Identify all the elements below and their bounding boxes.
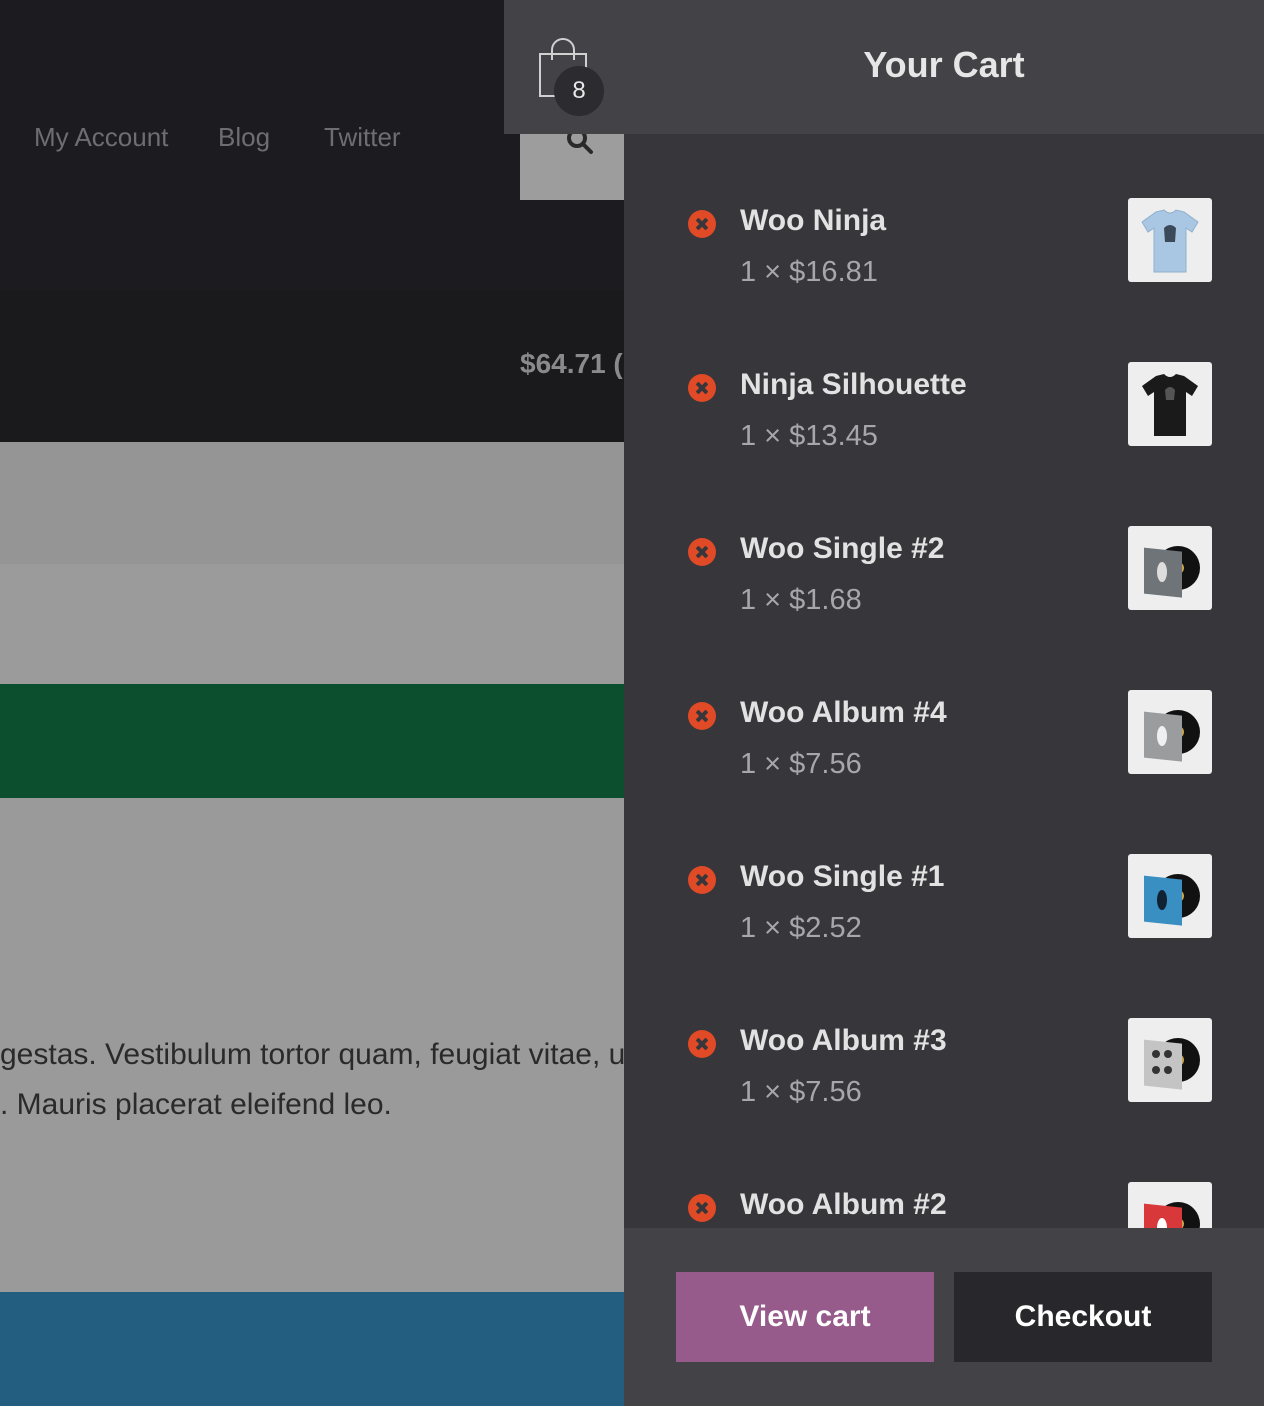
remove-item-icon[interactable] <box>688 538 716 566</box>
header-cart-total[interactable]: $64.71 ( <box>520 348 623 380</box>
cart-item: Ninja Silhouette 1 × $13.45 <box>624 298 1264 462</box>
product-thumbnail[interactable] <box>1128 198 1212 282</box>
cart-header: 8 Your Cart <box>504 0 1264 134</box>
nav-link-my-account[interactable]: My Account <box>34 122 168 153</box>
cart-footer: View cart Checkout <box>624 1228 1264 1406</box>
vinyl-record-icon <box>1144 546 1200 598</box>
product-thumbnail[interactable] <box>1128 526 1212 610</box>
blue-band <box>0 1292 624 1406</box>
remove-item-icon[interactable] <box>688 1030 716 1058</box>
paragraph-line: . Mauris placerat eleifend leo. <box>0 1088 392 1121</box>
item-qty-price: 1 × $13.45 <box>740 420 878 452</box>
cart-drawer: Woo Ninja 1 × $16.81 Ninja Silhouette 1 … <box>624 134 1264 1228</box>
body-paragraph: gestas. Vestibulum tortor quam, feugiat … <box>0 1030 624 1130</box>
item-qty-price: 1 × $16.81 <box>740 256 878 288</box>
remove-item-icon[interactable] <box>688 866 716 894</box>
cart-item: Woo Album #3 1 × $7.56 <box>624 954 1264 1118</box>
remove-item-icon[interactable] <box>688 702 716 730</box>
nav-link-twitter[interactable]: Twitter <box>324 122 401 153</box>
content-band <box>0 442 624 564</box>
item-qty-price: 1 × $7.56 <box>740 748 862 780</box>
item-name[interactable]: Woo Album #2 <box>740 1188 947 1222</box>
tshirt-icon <box>1142 374 1198 436</box>
item-name[interactable]: Woo Single #2 <box>740 532 944 566</box>
cart-item: Woo Single #2 1 × $1.68 <box>624 462 1264 626</box>
cart-title: Your Cart <box>863 44 1025 85</box>
green-band <box>0 684 624 798</box>
vinyl-record-icon <box>1144 1202 1200 1228</box>
nav-link-blog[interactable]: Blog <box>218 122 270 153</box>
item-qty-price: 1 × $2.52 <box>740 912 862 944</box>
product-thumbnail[interactable] <box>1128 854 1212 938</box>
cart-item: Woo Ninja 1 × $16.81 <box>624 134 1264 298</box>
product-thumbnail[interactable] <box>1128 1182 1212 1228</box>
cart-item: Woo Single #1 1 × $2.52 <box>624 790 1264 954</box>
item-name[interactable]: Ninja Silhouette <box>740 368 967 402</box>
cart-item: Woo Album #2 <box>624 1118 1264 1228</box>
item-qty-price: 1 × $1.68 <box>740 584 862 616</box>
product-thumbnail[interactable] <box>1128 690 1212 774</box>
item-name[interactable]: Woo Album #3 <box>740 1024 947 1058</box>
content-band <box>0 564 624 684</box>
checkout-button[interactable]: Checkout <box>954 1272 1212 1362</box>
product-thumbnail[interactable] <box>1128 362 1212 446</box>
remove-item-icon[interactable] <box>688 1194 716 1222</box>
view-cart-button[interactable]: View cart <box>676 1272 934 1362</box>
tshirt-icon <box>1141 209 1199 273</box>
vinyl-record-icon <box>1144 874 1200 926</box>
remove-item-icon[interactable] <box>688 374 716 402</box>
item-qty-price: 1 × $7.56 <box>740 1076 862 1108</box>
item-name[interactable]: Woo Album #4 <box>740 696 947 730</box>
remove-item-icon[interactable] <box>688 210 716 238</box>
item-name[interactable]: Woo Ninja <box>740 204 886 238</box>
product-thumbnail[interactable] <box>1128 1018 1212 1102</box>
cart-item: Woo Album #4 1 × $7.56 <box>624 626 1264 790</box>
paragraph-line: gestas. Vestibulum tortor quam, feugiat … <box>0 1038 624 1071</box>
item-name[interactable]: Woo Single #1 <box>740 860 944 894</box>
vinyl-record-icon <box>1144 710 1200 762</box>
vinyl-record-icon <box>1144 1038 1200 1090</box>
